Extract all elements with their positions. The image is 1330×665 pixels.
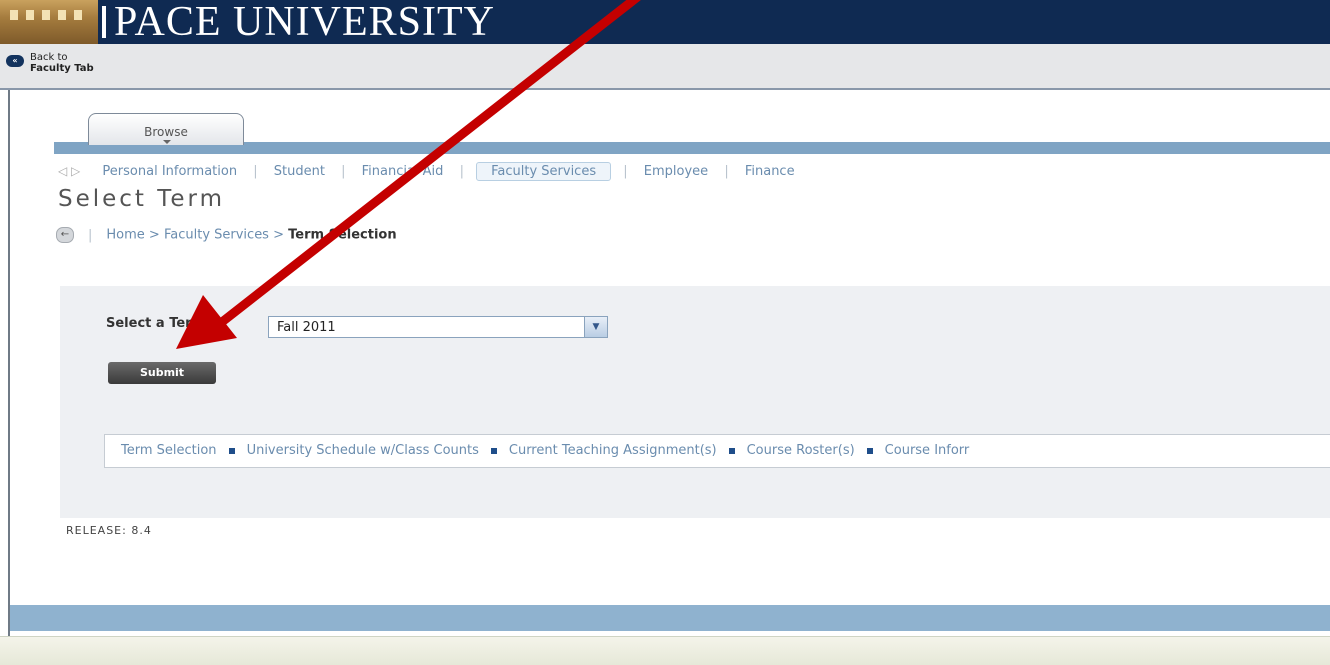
release-version: RELEASE: 8.4	[66, 524, 152, 537]
bullet-square-icon	[728, 447, 735, 454]
back-arrow-icon[interactable]: «	[6, 55, 24, 67]
nav-student[interactable]: Student	[270, 164, 329, 179]
link-course-information[interactable]: Course Inforr	[885, 443, 970, 458]
back-bar: « Back to Faculty Tab	[0, 44, 1330, 90]
link-course-rosters[interactable]: Course Roster(s)	[747, 443, 855, 458]
main-nav: ◁ ▷ Personal Information | Student | Fin…	[58, 162, 799, 182]
term-label: Select a Term:	[106, 316, 211, 331]
nav-personal-information[interactable]: Personal Information	[98, 164, 241, 179]
bottom-strip	[0, 636, 1330, 665]
back-link-line1: Back to	[30, 52, 68, 63]
term-select-value: Fall 2011	[277, 320, 336, 335]
university-banner: PACE UNIVERSITY	[0, 0, 1330, 45]
back-link-line2: Faculty Tab	[30, 63, 94, 74]
link-term-selection[interactable]: Term Selection	[121, 443, 217, 458]
nav-scroll-arrows-icon[interactable]: ◁ ▷	[58, 164, 80, 178]
nav-finance[interactable]: Finance	[741, 164, 799, 179]
banner-separator	[102, 6, 106, 38]
submit-button[interactable]: Submit	[108, 362, 216, 384]
breadcrumb-back-icon[interactable]: ←	[56, 227, 74, 243]
breadcrumb-current: Term Selection	[288, 227, 397, 243]
breadcrumb-home[interactable]: Home	[106, 228, 144, 243]
banner-title: PACE UNIVERSITY	[114, 0, 495, 45]
page-title: Select Term	[58, 186, 226, 212]
link-university-schedule[interactable]: University Schedule w/Class Counts	[247, 443, 479, 458]
footer-bar	[10, 605, 1330, 631]
nav-faculty-services[interactable]: Faculty Services	[476, 162, 612, 181]
chevron-down-icon[interactable]: ▼	[584, 317, 607, 337]
bullet-square-icon	[490, 447, 497, 454]
campus-building-logo	[0, 0, 98, 44]
nav-employee[interactable]: Employee	[640, 164, 712, 179]
breadcrumb-faculty-services[interactable]: Faculty Services	[164, 228, 269, 243]
back-to-faculty-tab-link[interactable]: Back to Faculty Tab	[30, 52, 94, 74]
browse-rule	[54, 142, 1330, 154]
browse-tab[interactable]: Browse	[88, 113, 244, 145]
term-selection-panel	[60, 286, 1330, 518]
term-select[interactable]: Fall 2011 ▼	[268, 316, 608, 338]
link-current-teaching-assignments[interactable]: Current Teaching Assignment(s)	[509, 443, 717, 458]
faculty-links-bar: Term Selection University Schedule w/Clas…	[104, 434, 1330, 468]
breadcrumb: ← | Home > Faculty Services > Term Selecti…	[56, 227, 397, 243]
bullet-square-icon	[228, 447, 235, 454]
bullet-square-icon	[866, 447, 873, 454]
nav-financial-aid[interactable]: Financial Aid	[358, 164, 448, 179]
